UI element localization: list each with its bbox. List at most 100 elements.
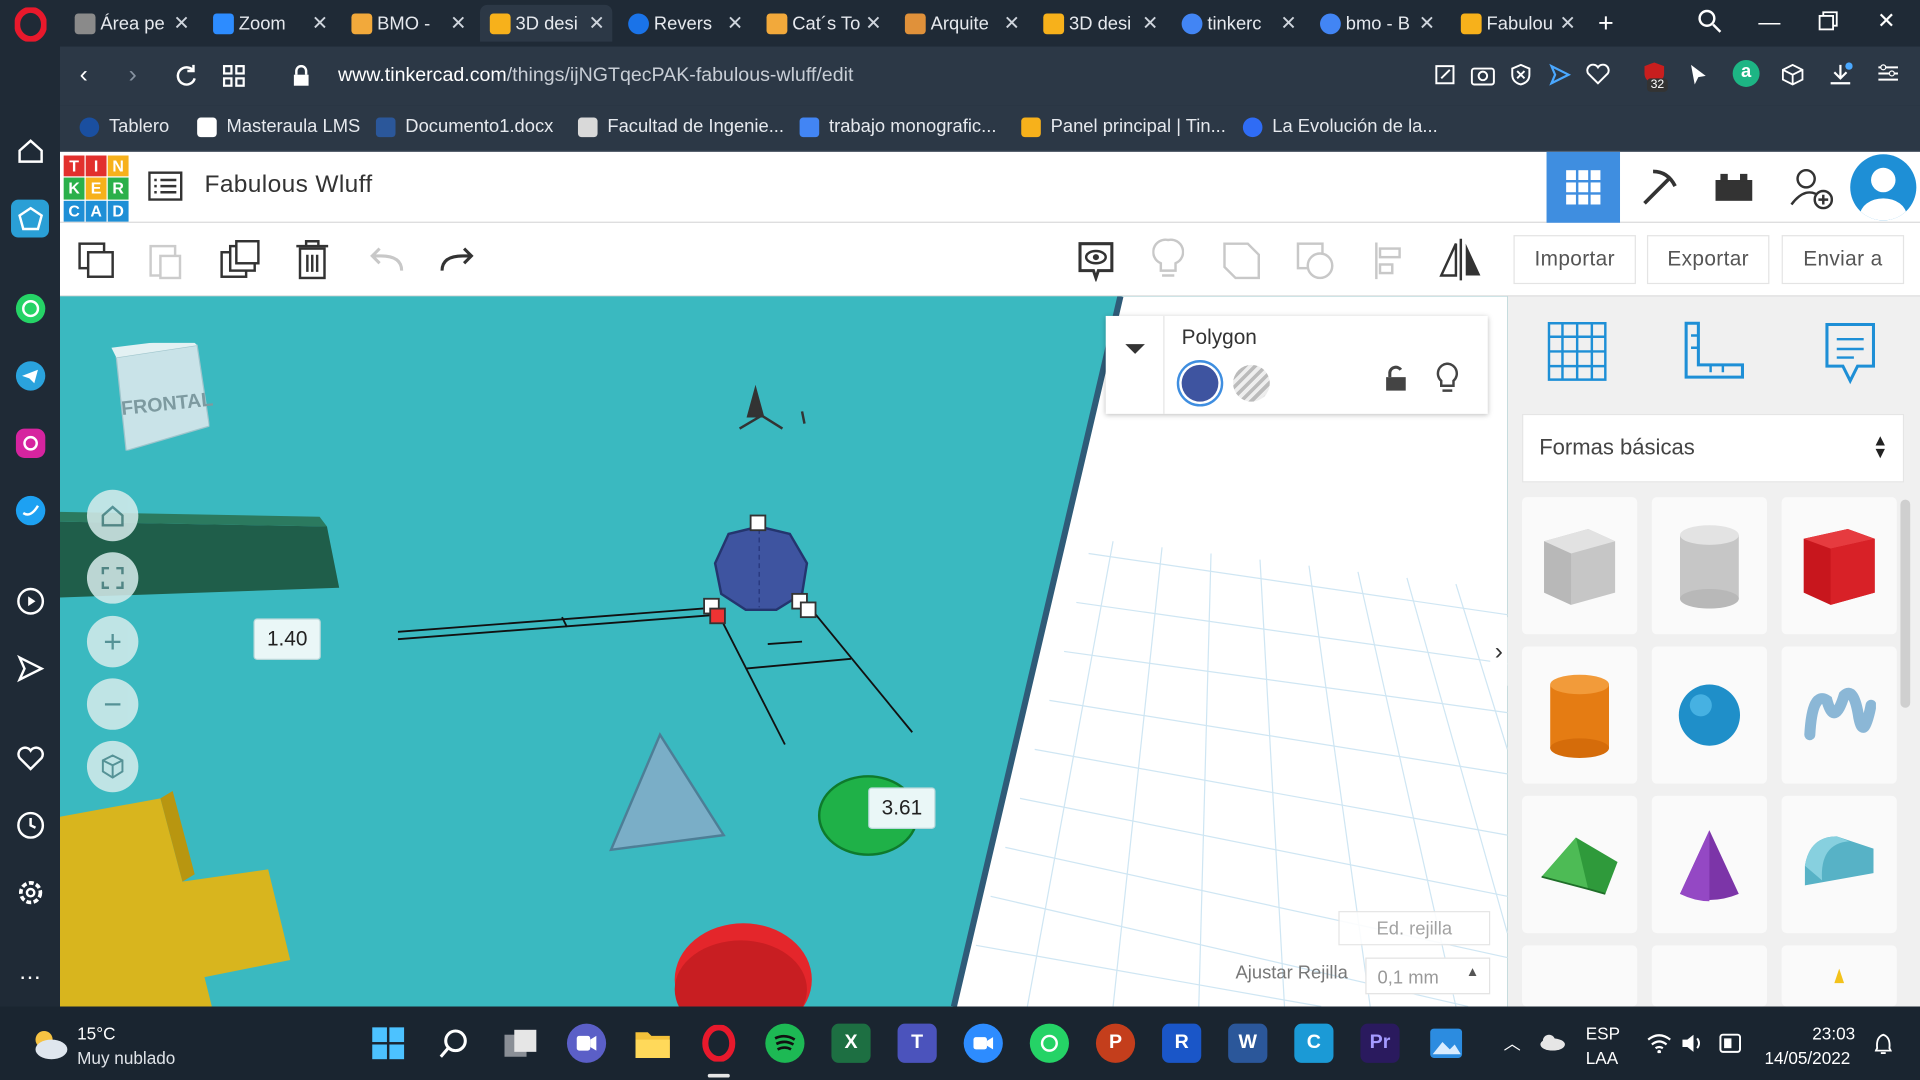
snap-grid-select[interactable]: 0,1 mm ▲ [1365,957,1491,995]
excel-icon[interactable]: X [831,1023,871,1063]
battery-icon[interactable] [1717,1033,1744,1059]
3d-view-button[interactable] [1546,151,1621,223]
forward-icon[interactable]: › [129,61,137,89]
adblock-extension-icon[interactable]: 32 [1642,61,1668,92]
whatsapp-icon[interactable] [11,289,49,327]
group-button[interactable] [1221,240,1263,288]
shape-next[interactable] [1522,945,1638,1007]
rotate-handle-icon[interactable] [800,411,806,424]
close-window-icon[interactable]: ✕ [1877,9,1895,35]
perspective-button[interactable] [86,740,139,793]
weather-desc[interactable]: Muy nublado [77,1048,175,1068]
revit-icon[interactable]: R [1162,1023,1202,1063]
shape-box-hole[interactable] [1522,497,1638,635]
clock-date[interactable]: 14/05/2022 [1765,1048,1851,1068]
tab[interactable]: Fabulou ✕ [1451,5,1583,42]
cursor-extension-icon[interactable] [1689,64,1709,92]
shape-sphere[interactable] [1651,646,1767,784]
zoom-out-button[interactable]: − [86,678,139,730]
redo-button[interactable] [438,246,475,279]
minimize-icon[interactable]: — [1758,10,1780,36]
resize-handle[interactable] [749,514,767,532]
zoom-app-icon[interactable] [963,1023,1003,1063]
instagram-icon[interactable] [11,424,49,462]
reload-icon[interactable] [174,64,198,95]
word-icon[interactable]: W [1228,1023,1268,1063]
close-icon[interactable]: ✕ [1004,11,1020,35]
task-view-button[interactable] [501,1024,540,1063]
history-icon[interactable] [11,806,49,844]
tab[interactable]: Zoom ✕ [203,5,335,42]
close-icon[interactable]: ✕ [1560,11,1576,35]
align-button[interactable] [1373,240,1405,288]
project-title[interactable]: Fabulous Wluff [204,171,372,199]
tab[interactable]: BMO - ✕ [342,5,474,42]
opera-logo-icon[interactable] [11,5,49,43]
opera-taskbar-icon[interactable] [699,1024,738,1063]
flow-icon[interactable] [1549,63,1572,92]
workplane-viewport[interactable]: FRONTAL + − 1.40 3.61 Polygon Ed. rejill… [60,296,1508,1007]
clock-time[interactable]: 23:03 [1812,1024,1855,1044]
aria-extension-icon[interactable]: a [1732,60,1760,87]
workplane-tool-button[interactable] [1547,321,1608,388]
teams-icon[interactable]: T [897,1023,937,1063]
undo-button[interactable] [369,246,406,279]
visibility-bulb-icon[interactable] [1436,362,1459,400]
bookmark[interactable]: Panel principal | Tin... [1021,116,1226,137]
close-icon[interactable]: ✕ [173,11,189,35]
dimension-input[interactable]: 3.61 [868,787,936,829]
shape-box[interactable] [1781,497,1897,635]
bookmark[interactable]: Masteraula LMS [197,116,360,137]
paste-button[interactable] [148,241,185,286]
tabs-grid-icon[interactable] [222,64,246,95]
block-icon[interactable] [1510,63,1532,92]
panel-scrollbar[interactable] [1900,499,1911,708]
premiere-icon[interactable]: Pr [1360,1023,1400,1063]
designs-list-icon[interactable] [148,171,183,207]
shape-cylinder[interactable] [1522,646,1638,784]
shape-round-roof[interactable] [1781,795,1897,934]
wifi-icon[interactable] [1647,1033,1671,1059]
zoom-in-button[interactable]: + [86,615,139,668]
resize-handle-active[interactable] [709,607,726,625]
photos-icon[interactable] [1427,1024,1466,1063]
invite-user-button[interactable] [1774,152,1847,223]
whatsapp-app-icon[interactable] [1029,1023,1069,1063]
teams-chat-icon[interactable] [566,1023,607,1063]
duplicate-button[interactable] [219,240,261,288]
unlock-icon[interactable] [1385,365,1407,398]
ungroup-button[interactable] [1294,240,1336,288]
inspector-collapse-button[interactable] [1106,315,1165,414]
hidden-icons-icon[interactable]: ︿ [1504,1031,1521,1055]
send-icon[interactable] [11,649,49,687]
home-view-button[interactable] [86,489,139,542]
avatar[interactable] [1850,154,1917,221]
speed-dial-icon[interactable] [11,199,49,238]
export-button[interactable]: Exportar [1646,235,1770,285]
search-button[interactable] [435,1024,474,1063]
language-layout[interactable]: LAA [1586,1048,1618,1068]
tab[interactable]: Área pe ✕ [65,5,197,42]
tab[interactable]: tinkerc ✕ [1172,5,1304,42]
fit-view-button[interactable] [86,552,139,604]
delete-button[interactable] [295,239,329,287]
shape-cone[interactable] [1651,795,1767,934]
favorite-icon[interactable] [1586,63,1610,92]
close-icon[interactable]: ✕ [865,11,881,35]
tab[interactable]: Cat´s To ✕ [757,5,889,42]
restore-icon[interactable] [1818,11,1838,37]
pyramid-shape[interactable] [609,732,726,852]
tab[interactable]: Revers ✕ [618,5,750,42]
close-icon[interactable]: ✕ [1419,11,1435,35]
ruler-tool-button[interactable] [1681,321,1745,388]
dimension-input[interactable]: 1.40 [253,618,321,661]
bookmark[interactable]: Facultad de Ingenie... [577,116,784,137]
close-icon[interactable]: ✕ [1280,11,1296,35]
edit-grid-button[interactable]: Ed. rejilla [1338,911,1491,946]
cube-extension-icon[interactable] [1781,63,1804,92]
notes-tool-button[interactable] [1823,321,1877,391]
tab[interactable]: bmo - B ✕ [1310,5,1442,42]
start-button[interactable] [369,1024,408,1063]
close-icon[interactable]: ✕ [1142,11,1158,35]
weather-temp[interactable]: 15°C [77,1024,115,1044]
